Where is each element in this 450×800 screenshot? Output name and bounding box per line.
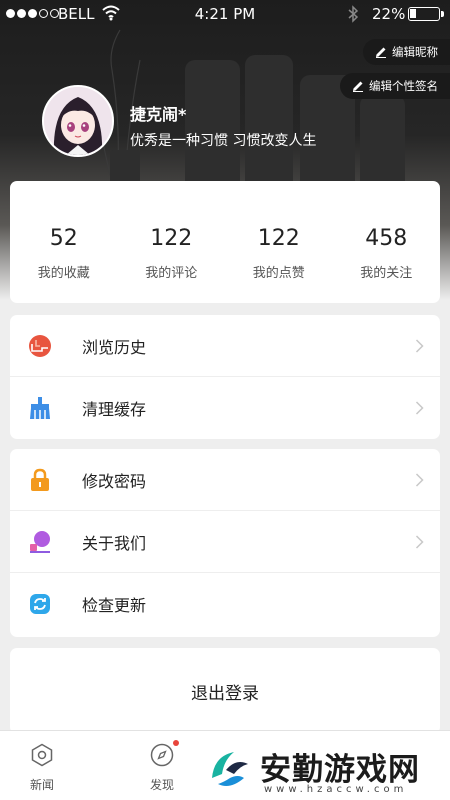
watermark-text: 安勤游戏网 [260,752,420,788]
chevron-right-icon [415,339,424,353]
stat-label: 我的评论 [145,266,198,281]
compass-icon [150,743,174,767]
tab-label: 新闻 [29,778,54,792]
pencil-icon [376,47,386,58]
stat-value: 52 [49,226,78,251]
profile-signature: 优秀是一种习惯 习惯改变人生 [130,133,317,149]
history-icon [29,335,51,357]
menu-item-label: 修改密码 [82,471,147,491]
battery-icon [408,7,444,21]
stat-following[interactable]: 458 我的关注 [333,181,441,303]
watermark-logo-icon [208,750,252,794]
anime-avatar-image [44,87,112,155]
menu-item-label: 浏览历史 [82,337,147,357]
refresh-icon [30,594,50,614]
logout-label: 退出登录 [191,683,259,704]
logout-button[interactable]: 退出登录 [10,648,440,734]
menu-item-about-us[interactable]: 关于我们 [10,511,440,573]
edit-signature-button[interactable]: 编辑个性签名 [340,73,450,99]
edit-nickname-button[interactable]: 编辑昵称 [363,39,450,65]
stat-comments[interactable]: 122 我的评论 [118,181,226,303]
stat-label: 我的点赞 [252,266,305,281]
stat-label: 我的关注 [360,266,413,281]
tab-discover[interactable]: 发现 [137,740,187,793]
menu-item-label: 关于我们 [82,533,147,553]
bluetooth-icon [348,5,359,23]
menu-item-browsing-history[interactable]: 浏览历史 [10,315,440,377]
watermark-url: www.hzaccw.com [264,784,408,795]
notification-dot [173,740,179,746]
stats-card: 52 我的收藏 122 我的评论 122 我的点赞 458 我的关注 [10,181,440,303]
tab-news[interactable]: 新闻 [17,743,67,793]
menu-item-change-password[interactable]: 修改密码 [10,449,440,511]
stat-favorites[interactable]: 52 我的收藏 [10,181,118,303]
menu-item-check-update[interactable]: 检查更新 [10,573,440,635]
menu-item-clear-cache[interactable]: 清理缓存 [10,377,440,439]
chevron-right-icon [415,401,424,415]
broom-icon [30,397,50,419]
menu-group-settings: 修改密码 关于我们 检查更新 [10,449,440,637]
hexagon-icon [31,743,53,767]
status-bar: BELL 4:21 PM 22% [0,0,450,28]
menu-item-label: 清理缓存 [82,400,147,419]
menu-item-label: 检查更新 [82,596,147,615]
edit-nickname-label: 编辑昵称 [392,45,438,59]
avatar[interactable] [42,85,114,157]
tab-label: 发现 [149,778,174,792]
stat-likes[interactable]: 122 我的点赞 [225,181,333,303]
menu-group-history: 浏览历史 清理缓存 [10,315,440,439]
lock-icon [31,468,49,491]
pencil-icon [353,81,363,92]
stat-value: 122 [257,226,300,251]
site-watermark: 安勤游戏网 www.hzaccw.com [200,742,450,800]
battery-percent: 22% [372,5,406,23]
edit-signature-label: 编辑个性签名 [369,79,438,93]
username: 捷克闹* [130,105,187,124]
chevron-right-icon [415,535,424,549]
about-icon [30,531,50,553]
stat-label: 我的收藏 [37,266,90,281]
stat-value: 122 [150,226,193,251]
chevron-right-icon [415,473,424,487]
stat-value: 458 [365,226,408,251]
